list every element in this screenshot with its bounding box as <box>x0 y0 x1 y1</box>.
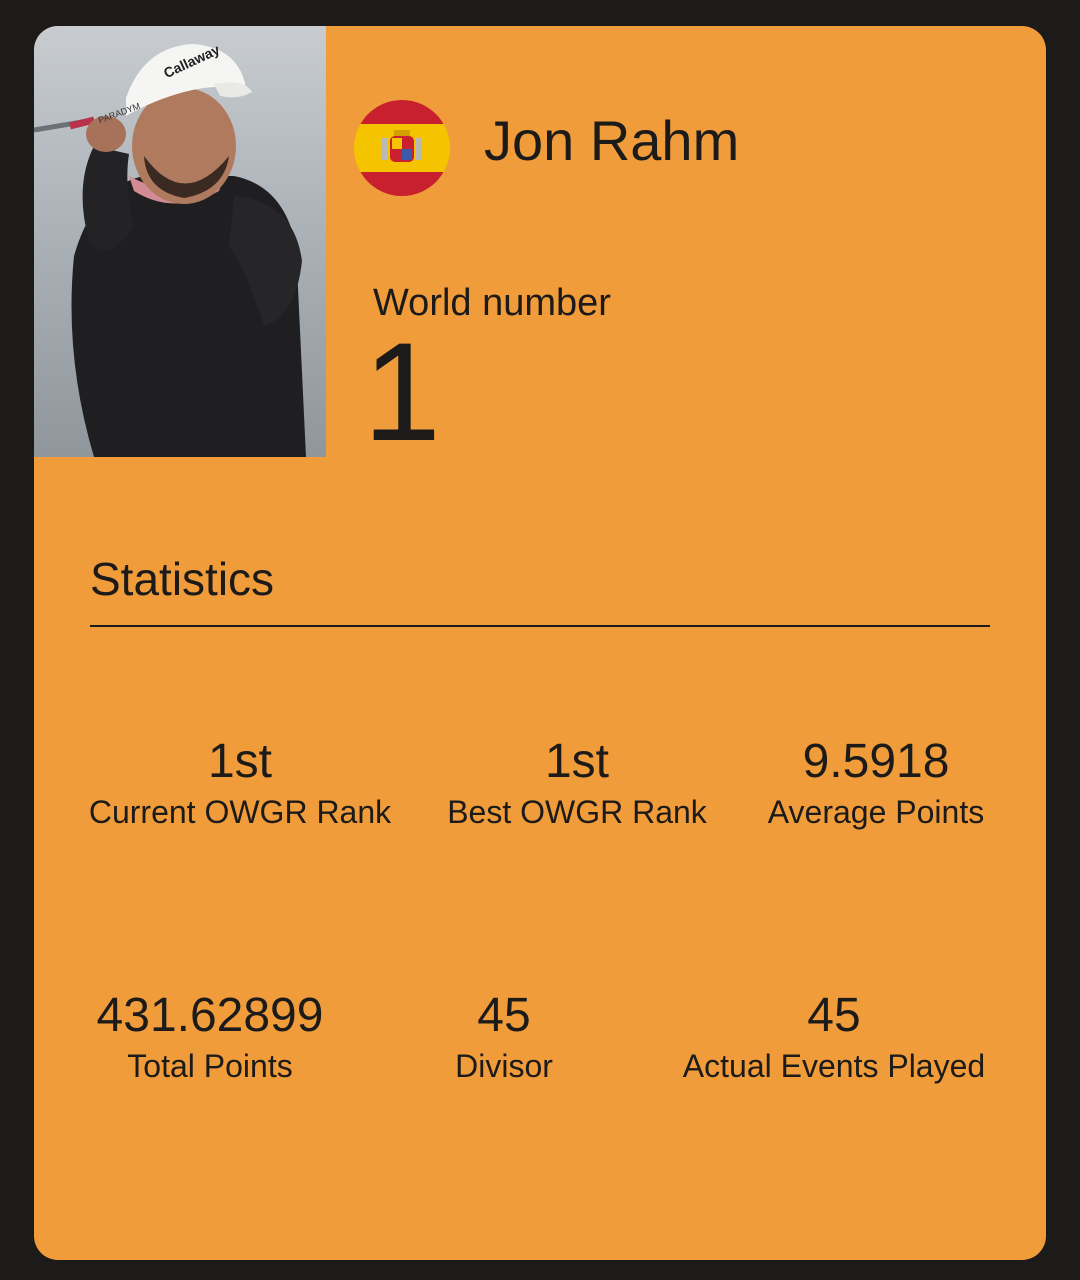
spain-flag-icon <box>354 100 450 196</box>
stat-value: 45 <box>477 989 531 1042</box>
stat-value: 431.62899 <box>96 989 324 1042</box>
stat-current-owgr-rank: 1st Current OWGR Rank <box>82 734 398 832</box>
stat-label: Average Points <box>767 794 985 830</box>
stat-label: Total Points <box>127 1048 293 1084</box>
stat-divisor: 45 Divisor <box>434 988 574 1086</box>
stat-value: 1st <box>544 735 610 788</box>
stat-value: 9.5918 <box>802 735 950 788</box>
statistics-divider <box>90 625 990 627</box>
stat-label: Actual Events Played <box>682 1048 986 1084</box>
stat-value: 45 <box>807 989 861 1042</box>
world-number-value: 1 <box>363 313 441 470</box>
stat-label: Current OWGR Rank <box>88 794 392 830</box>
stat-label: Divisor <box>455 1048 553 1084</box>
player-name: Jon Rahm <box>484 109 740 172</box>
stat-value: 1st <box>207 735 273 788</box>
player-card: Callaway PARADYM Jon Rahm World number 1… <box>34 26 1046 1260</box>
stat-label: Best OWGR Rank <box>447 794 707 830</box>
stat-actual-events-played: 45 Actual Events Played <box>674 988 994 1086</box>
stat-average-points: 9.5918 Average Points <box>754 734 998 832</box>
stat-total-points: 431.62899 Total Points <box>80 988 340 1086</box>
stat-best-owgr-rank: 1st Best OWGR Rank <box>437 734 717 832</box>
statistics-title: Statistics <box>90 553 275 605</box>
